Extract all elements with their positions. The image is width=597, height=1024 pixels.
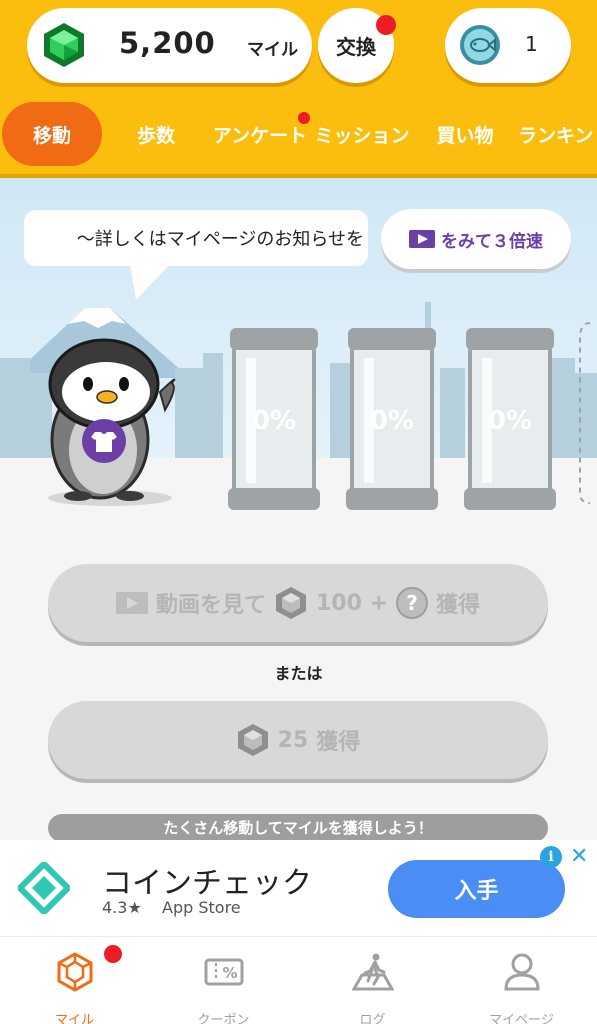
fish-coin-balance[interactable]: 1 bbox=[445, 8, 571, 83]
triple-speed-video-button[interactable]: をみて３倍速 bbox=[381, 209, 571, 269]
ad-close-icon[interactable]: ✕ bbox=[570, 844, 588, 869]
category-tabs: 移動 歩数 アンケート ミッション 買い物 ランキン bbox=[0, 102, 597, 168]
nav-miles-label: マイル bbox=[54, 1013, 94, 1024]
walking-map-icon bbox=[352, 953, 394, 991]
nav-mypage-label: マイページ bbox=[489, 1013, 554, 1024]
nav-log[interactable]: ログ bbox=[298, 937, 447, 1024]
emerald-gem-icon bbox=[41, 22, 87, 68]
ad-title: コインチェック bbox=[102, 866, 312, 901]
bottom-navigation: マイル % クーポン ログ マイページ bbox=[0, 936, 597, 1024]
fish-coin-icon bbox=[459, 24, 501, 66]
video-reward-prefix: 動画を見て bbox=[155, 593, 266, 618]
jar-2-percent: 0% bbox=[369, 406, 415, 436]
miles-value: 5,200 bbox=[119, 26, 216, 60]
coupon-icon: % bbox=[204, 958, 244, 986]
speech-bubble[interactable]: 〜詳しくはマイページのお知らせを bbox=[24, 210, 368, 266]
tab-move[interactable]: 移動 bbox=[2, 102, 102, 166]
survey-notification-dot bbox=[298, 112, 310, 124]
bubble-message: 〜詳しくはマイページのお知らせを bbox=[76, 229, 364, 250]
nav-coupon[interactable]: % クーポン bbox=[149, 937, 298, 1024]
nav-miles[interactable]: マイル bbox=[0, 937, 149, 1024]
ad-banner[interactable]: コインチェック 4.3★ App Store 入手 i ✕ bbox=[0, 840, 597, 936]
or-separator: または bbox=[274, 664, 323, 683]
movement-scene: 〜詳しくはマイページのお知らせを をみて３倍速 0% 0% 0% 動画を見て 1… bbox=[0, 178, 597, 840]
claim-reward-amount: 25 bbox=[277, 727, 309, 753]
ad-get-button[interactable]: 入手 bbox=[388, 860, 565, 918]
jar-3-percent: 0% bbox=[487, 406, 533, 436]
coincheck-logo-icon bbox=[18, 862, 70, 914]
exchange-notification-dot bbox=[376, 15, 396, 35]
tab-survey[interactable]: アンケート bbox=[210, 102, 310, 166]
gray-gem-icon bbox=[275, 587, 306, 619]
fish-coin-count: 1 bbox=[525, 32, 538, 56]
tab-shopping[interactable]: 買い物 bbox=[420, 102, 510, 166]
claim-reward-suffix: 獲得 bbox=[316, 730, 361, 755]
svg-text:%: % bbox=[222, 964, 237, 982]
ad-rating: 4.3★ bbox=[102, 898, 142, 917]
progress-jar-2: 0% bbox=[344, 328, 440, 513]
tab-steps[interactable]: 歩数 bbox=[106, 102, 206, 166]
claim-reward-button[interactable]: 25 獲得 bbox=[48, 701, 548, 779]
video-icon bbox=[409, 230, 435, 248]
ad-store: App Store bbox=[162, 898, 241, 917]
video-icon bbox=[115, 592, 148, 614]
miles-unit: マイル bbox=[247, 40, 298, 60]
nav-coupon-label: クーポン bbox=[197, 1013, 250, 1024]
gray-gem-icon bbox=[237, 724, 268, 756]
nav-mypage[interactable]: マイページ bbox=[447, 937, 596, 1024]
progress-jar-1: 0% bbox=[226, 328, 322, 513]
person-icon bbox=[504, 953, 540, 991]
miles-balance[interactable]: 5,200 マイル bbox=[27, 8, 312, 83]
ad-info-icon[interactable]: i bbox=[540, 846, 562, 868]
app-header: 5,200 マイル 交換 1 移動 歩数 アンケート ミッション 買い物 ランキ… bbox=[0, 0, 597, 178]
video-reward-suffix: 獲得 bbox=[436, 593, 481, 618]
hint-banner: たくさん移動してマイルを獲得しよう！ bbox=[48, 814, 548, 840]
miles-notification-dot bbox=[104, 945, 122, 963]
speech-bubble-tail bbox=[130, 264, 170, 300]
watch-video-reward-button[interactable]: 動画を見て 100 + ? 獲得 bbox=[48, 564, 548, 642]
jar-1-percent: 0% bbox=[251, 406, 297, 436]
nav-log-label: ログ bbox=[359, 1013, 386, 1024]
tab-mission[interactable]: ミッション bbox=[314, 102, 410, 166]
triple-speed-label: をみて３倍速 bbox=[441, 231, 543, 252]
tab-ranking[interactable]: ランキン bbox=[518, 102, 597, 166]
mystery-reward-icon: ? bbox=[396, 587, 428, 619]
progress-jar-3: 0% bbox=[462, 328, 558, 513]
gem-outline-icon bbox=[57, 952, 93, 992]
video-reward-amount: 100 + bbox=[315, 590, 388, 616]
